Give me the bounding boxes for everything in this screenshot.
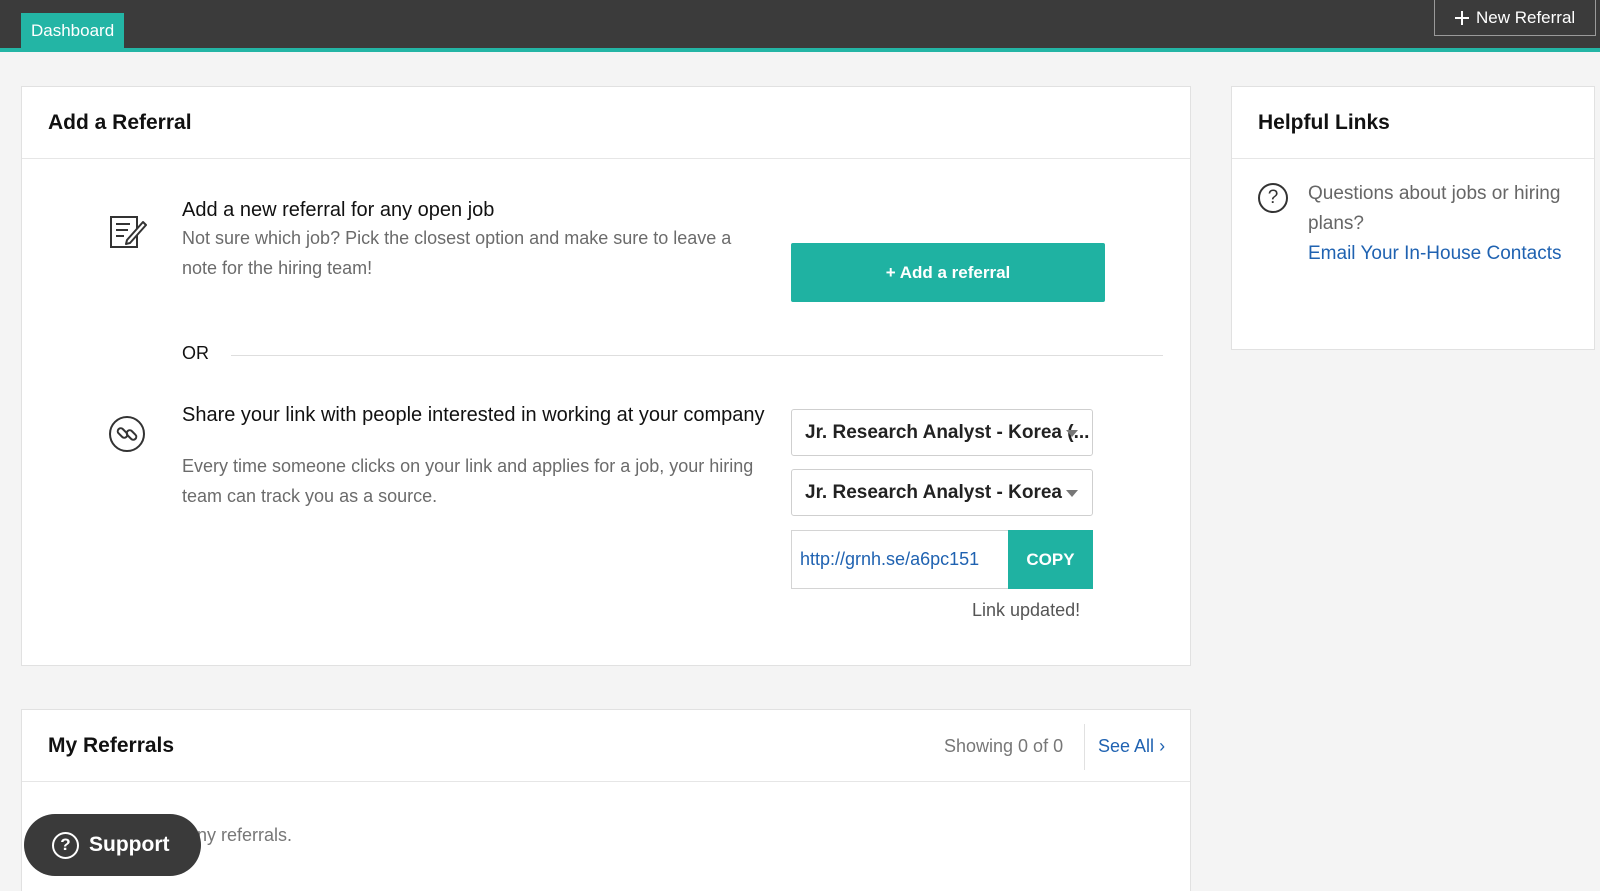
header-divider (1084, 724, 1085, 770)
or-separator-label: OR (182, 343, 209, 363)
chevron-right-icon: › (1159, 736, 1166, 756)
referral-link-field[interactable]: http://grnh.se/a6pc151 (791, 530, 1008, 589)
copy-link-button[interactable]: COPY (1008, 530, 1093, 589)
job-select-secondary[interactable]: Jr. Research Analyst - Korea (791, 469, 1093, 516)
new-referral-button[interactable]: New Referral (1434, 0, 1596, 36)
new-referral-label: New Referral (1476, 7, 1576, 27)
option-add-title: Add a new referral for any open job (182, 199, 495, 221)
tab-dashboard[interactable]: Dashboard (21, 13, 125, 48)
option-share-title: Share your link with people interested i… (182, 404, 765, 426)
plus-icon (1455, 10, 1469, 25)
helpful-links-card: Helpful Links ? Questions about jobs or … (1231, 86, 1595, 350)
helpful-links-text: Questions about jobs or hiring plans? Em… (1308, 179, 1578, 269)
support-label: Support (89, 833, 170, 856)
referrals-count-text: Showing 0 of 0 (944, 736, 1064, 756)
add-referral-title: Add a Referral (22, 87, 1190, 159)
chevron-down-icon (1066, 490, 1078, 497)
job-select-value: Jr. Research Analyst - Korea (... (805, 422, 1090, 443)
email-contacts-link[interactable]: Email Your In-House Contacts (1308, 239, 1578, 269)
option-add-description: Not sure which job? Pick the closest opt… (182, 228, 732, 278)
helpful-links-title: Helpful Links (1232, 87, 1594, 159)
add-referral-button[interactable]: + Add a referral (791, 243, 1105, 302)
empty-referrals-text: ny referrals. (197, 825, 293, 845)
job-select-secondary-value: Jr. Research Analyst - Korea (805, 482, 1062, 503)
link-status-text: Link updated! (972, 600, 1081, 620)
option-share-description: Every time someone clicks on your link a… (182, 456, 754, 506)
notepad-edit-icon (110, 216, 147, 248)
question-icon: ? (1258, 183, 1288, 213)
job-select[interactable]: Jr. Research Analyst - Korea (... (791, 409, 1093, 456)
chevron-down-icon (1066, 430, 1078, 437)
top-navigation-bar: Dashboard New Referral (0, 0, 1600, 52)
or-separator-line (231, 355, 1163, 356)
my-referrals-card: My Referrals Showing 0 of 0 See All › ny… (21, 709, 1191, 891)
see-all-label: See All (1098, 736, 1155, 756)
see-all-link[interactable]: See All › (1098, 736, 1165, 757)
helpful-question-text: Questions about jobs or hiring plans? (1308, 183, 1561, 234)
question-icon: ? (52, 831, 79, 859)
link-icon (109, 416, 145, 452)
support-button[interactable]: ? Support (24, 814, 201, 876)
add-referral-card: Add a Referral Add a new referral for an… (21, 86, 1191, 666)
